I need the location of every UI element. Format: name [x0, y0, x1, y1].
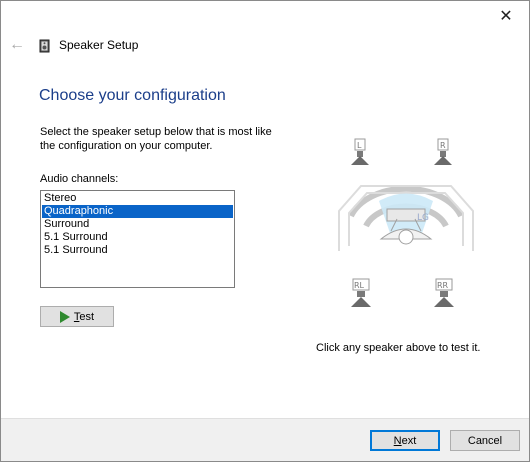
audio-channels-label: Audio channels: — [40, 173, 119, 185]
front-right-speaker[interactable]: R — [434, 138, 452, 165]
svg-text:LG: LG — [417, 213, 429, 223]
back-button[interactable]: ← — [7, 35, 27, 55]
audio-channels-listbox[interactable]: Stereo Quadraphonic Surround 5.1 Surroun… — [40, 190, 235, 288]
next-button[interactable]: Next — [370, 430, 440, 451]
front-left-speaker[interactable]: L — [351, 138, 369, 165]
front-left-label: L — [357, 141, 362, 150]
test-button-label: Test — [73, 310, 95, 323]
rear-right-speaker[interactable]: RR — [434, 278, 454, 307]
wizard-title: Speaker Setup — [59, 38, 139, 52]
speaker-setup-window: ✕ ← Speaker Setup Choose your configurat… — [0, 0, 530, 462]
close-button[interactable]: ✕ — [483, 1, 529, 31]
wizard-footer: Next Cancel — [1, 418, 529, 461]
rear-left-label: RL — [354, 281, 365, 290]
back-arrow-icon: ← — [9, 36, 25, 53]
list-item-5-1-surround[interactable]: 5.1 Surround — [42, 231, 233, 244]
list-item-stereo[interactable]: Stereo — [42, 192, 233, 205]
list-item-surround[interactable]: Surround — [42, 218, 233, 231]
list-item-5-1-surround-2[interactable]: 5.1 Surround — [42, 244, 233, 257]
test-button[interactable]: Test — [40, 306, 114, 327]
instruction-text: Select the speaker setup below that is m… — [40, 126, 272, 152]
play-icon — [59, 310, 70, 323]
speaker-app-icon — [39, 39, 50, 53]
rear-left-speaker[interactable]: RL — [351, 278, 371, 307]
front-right-label: R — [440, 141, 446, 150]
page-title: Choose your configuration — [39, 87, 226, 104]
cancel-button[interactable]: Cancel — [450, 430, 520, 451]
speaker-test-hint: Click any speaker above to test it. — [316, 342, 481, 354]
list-item-quadraphonic[interactable]: Quadraphonic — [42, 205, 233, 218]
rear-right-label: RR — [437, 281, 449, 290]
speaker-diagram: LG L R RL RR — [338, 138, 474, 307]
close-icon: ✕ — [499, 8, 513, 25]
